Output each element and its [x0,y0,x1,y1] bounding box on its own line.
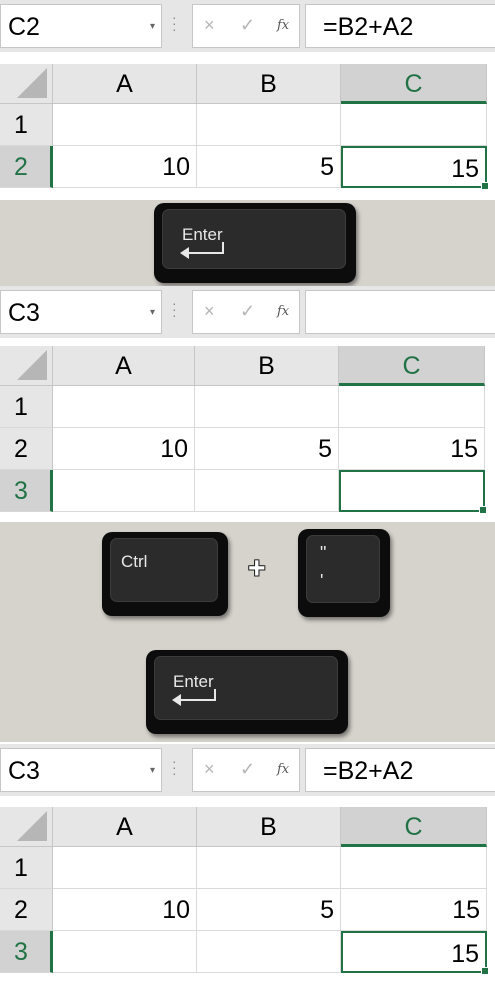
select-all-corner[interactable] [0,64,53,104]
check-icon[interactable]: ✓ [240,15,255,36]
column-header-c[interactable]: C [341,64,487,104]
cancel-icon[interactable]: × [204,15,215,36]
formula-input[interactable]: =B2+A2 [305,4,495,48]
enter-key-label: Enter [182,225,223,244]
row-header-1[interactable]: 1 [0,104,53,146]
cell-b1[interactable] [197,104,341,146]
cell-b2[interactable]: 5 [197,146,341,188]
enter-key-label: Enter [173,672,214,691]
column-header-c[interactable]: C [341,807,487,847]
single-quote-label: ' [320,571,324,591]
column-header-b[interactable]: B [197,807,341,847]
formula-buttons: × ✓ fx [192,748,300,792]
cell-c1[interactable] [341,104,487,146]
cell-b1[interactable] [195,386,339,428]
cell-a1[interactable] [53,386,195,428]
column-header-a[interactable]: A [53,64,197,104]
cell-c3-active[interactable]: 15 [341,931,489,975]
name-box[interactable]: C2 ▾ [0,4,162,48]
formula-bar-1: C2 ▾ · · · × ✓ fx =B2+A2 [0,0,495,52]
cell-a1[interactable] [53,104,197,146]
cell-c2[interactable]: 15 [339,428,485,470]
row-header-2[interactable]: 2 [0,428,53,470]
grip-icon: · · · [172,295,177,323]
check-icon[interactable]: ✓ [240,301,255,322]
cell-c1[interactable] [341,847,487,889]
cell-b1[interactable] [197,847,341,889]
formula-buttons: × ✓ fx [192,290,300,334]
enter-key: Enter [154,203,356,283]
name-box-value: C3 [8,299,40,327]
column-header-a[interactable]: A [53,807,197,847]
chevron-down-icon[interactable]: ▾ [150,307,155,318]
ctrl-key-label: Ctrl [121,552,148,571]
row-header-2[interactable]: 2 [0,889,53,931]
quote-key: " ' [298,529,390,617]
row-header-3[interactable]: 3 [0,470,53,512]
return-arrow-icon [172,689,216,706]
cell-a2[interactable]: 10 [53,146,197,188]
row-header-3[interactable]: 3 [0,931,53,973]
column-header-b[interactable]: B [195,346,339,386]
cell-a2[interactable]: 10 [53,428,195,470]
chevron-down-icon[interactable]: ▾ [150,765,155,776]
formula-bar-3: C3 ▾ · · · × ✓ fx =B2+A2 [0,744,495,796]
check-icon[interactable]: ✓ [240,759,255,780]
row-header-2[interactable]: 2 [0,146,53,188]
plus-icon: + [248,552,266,585]
spreadsheet-grid-3: A B C 1 2 10 5 15 3 15 [0,807,495,983]
formula-bar-2: C3 ▾ · · · × ✓ fx [0,286,495,338]
cell-c1[interactable] [339,386,485,428]
cell-a3[interactable] [53,470,195,512]
column-header-b[interactable]: B [197,64,341,104]
formula-text: =B2+A2 [323,13,414,41]
spreadsheet-grid-2: A B C 1 2 10 5 15 3 [0,346,495,522]
cell-a2[interactable]: 10 [53,889,197,931]
cell-b2[interactable]: 5 [197,889,341,931]
select-all-corner[interactable] [0,807,53,847]
row-header-1[interactable]: 1 [0,386,53,428]
grip-icon: · · · [172,9,177,37]
insert-function-icon[interactable]: fx [277,762,289,777]
name-box[interactable]: C3 ▾ [0,748,162,792]
double-quote-label: " [320,543,327,563]
name-box-value: C3 [8,757,40,785]
enter-key: Enter [146,650,348,734]
chevron-down-icon[interactable]: ▾ [150,21,155,32]
name-box[interactable]: C3 ▾ [0,290,162,334]
row-header-1[interactable]: 1 [0,847,53,889]
keystroke-strip-1: Enter [0,200,495,286]
cell-b2[interactable]: 5 [195,428,339,470]
formula-input[interactable]: =B2+A2 [305,748,495,792]
cell-c3-active[interactable] [339,470,487,514]
insert-function-icon[interactable]: fx [277,18,289,33]
cell-b3[interactable] [195,470,339,512]
spreadsheet-grid-1: A B C 1 2 10 5 15 [0,64,495,200]
formula-input[interactable] [305,290,495,334]
cancel-icon[interactable]: × [204,759,215,780]
return-arrow-icon [180,242,224,259]
grip-icon: · · · [172,753,177,781]
column-header-c[interactable]: C [339,346,485,386]
column-header-a[interactable]: A [53,346,195,386]
keystroke-strip-2: Ctrl + " ' Enter [0,522,495,742]
ctrl-key: Ctrl [102,532,228,616]
cell-c2-active[interactable]: 15 [341,146,489,190]
select-all-corner[interactable] [0,346,53,386]
cell-c2[interactable]: 15 [341,889,487,931]
cell-a1[interactable] [53,847,197,889]
formula-buttons: × ✓ fx [192,4,300,48]
cancel-icon[interactable]: × [204,301,215,322]
cell-b3[interactable] [197,931,341,973]
cell-a3[interactable] [53,931,197,973]
name-box-value: C2 [8,13,40,41]
formula-text: =B2+A2 [323,757,414,785]
insert-function-icon[interactable]: fx [277,304,289,319]
